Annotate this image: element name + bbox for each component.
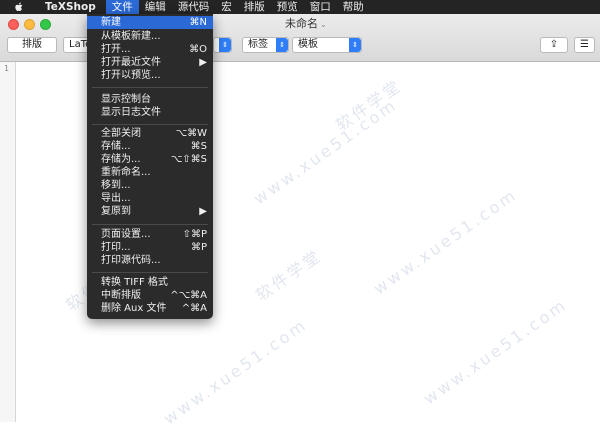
menu-separator xyxy=(92,224,208,225)
menu-source[interactable]: 源代码 xyxy=(172,0,216,14)
menu-item-trash-aux-files[interactable]: 删除 Aux 文件 ^⌘A xyxy=(87,302,213,315)
menu-item-label: 复原到 xyxy=(101,206,131,217)
menu-item-label: 新建 xyxy=(101,17,121,28)
watermark: www.xue51.com xyxy=(250,94,401,209)
typeset-button[interactable]: 排版 xyxy=(7,37,57,53)
tags-select[interactable]: 标签 ⇕ xyxy=(242,37,289,53)
menu-item-label: 页面设置... xyxy=(101,229,151,240)
macros-select[interactable]: ⇕ xyxy=(213,37,232,53)
menu-item-label: 打印... xyxy=(101,242,131,253)
watermark: www.xue51.com xyxy=(420,294,571,409)
menu-item-page-setup[interactable]: 页面设置... ⇧⌘P xyxy=(87,228,213,241)
menu-item-label: 打开... xyxy=(101,44,131,55)
line-number: 1 xyxy=(4,64,9,73)
menu-item-revert-to[interactable]: 复原到 ▶ xyxy=(87,205,213,218)
menu-item-open[interactable]: 打开... ⌘O xyxy=(87,43,213,56)
traffic-lights xyxy=(8,19,51,30)
menu-item-label: 全部关闭 xyxy=(101,128,141,139)
file-menu: 新建 ⌘N 从模板新建... 打开... ⌘O 打开最近文件 ▶ 打开以预览..… xyxy=(87,14,213,319)
submenu-arrow-icon: ▶ xyxy=(199,206,207,217)
menu-item-convert-tiff[interactable]: 转换 TIFF 格式 xyxy=(87,276,213,289)
sidebar-toggle-button[interactable]: ☰ xyxy=(574,37,595,53)
menu-separator xyxy=(92,124,208,125)
menu-item-new[interactable]: 新建 ⌘N xyxy=(87,16,213,29)
menu-item-print-source[interactable]: 打印源代码... xyxy=(87,254,213,267)
menu-item-abort-typesetting[interactable]: 中断排版 ^⌥⌘A xyxy=(87,289,213,302)
line-number-gutter: 1 xyxy=(0,62,16,422)
window-title[interactable]: 未命名 ⌄ xyxy=(285,15,327,31)
menu-item-save-as[interactable]: 存储为... ⌥⇧⌘S xyxy=(87,153,213,166)
menu-item-label: 导出... xyxy=(101,193,131,204)
menu-item-open-for-preview[interactable]: 打开以预览... xyxy=(87,69,213,82)
menu-item-label: 打开以预览... xyxy=(101,70,161,81)
menu-item-shortcut: ⌘S xyxy=(190,141,207,152)
window-title-text: 未命名 xyxy=(285,17,318,30)
menu-item-label: 显示控制台 xyxy=(101,94,151,105)
menu-item-shortcut: ^⌥⌘A xyxy=(170,290,207,301)
menu-item-label: 重新命名... xyxy=(101,167,151,178)
menu-file[interactable]: 文件 xyxy=(105,0,139,14)
menu-item-print[interactable]: 打印... ⌘P xyxy=(87,241,213,254)
menu-preview[interactable]: 预览 xyxy=(271,0,304,14)
share-icon: ⇪ xyxy=(549,39,559,50)
menu-item-shortcut: ⇧⌘P xyxy=(182,229,207,240)
menu-help[interactable]: 帮助 xyxy=(337,0,370,14)
menu-item-shortcut: ⌥⌘W xyxy=(175,128,207,139)
menu-window[interactable]: 窗口 xyxy=(304,0,337,14)
menu-item-label: 移到... xyxy=(101,180,131,191)
menu-item-rename[interactable]: 重新命名... xyxy=(87,166,213,179)
menu-texshop[interactable]: TeXShop xyxy=(33,0,106,14)
menu-item-shortcut: ⌘O xyxy=(189,44,207,55)
select-arrows-icon: ⇕ xyxy=(349,38,361,52)
menu-bar: TeXShop 文件 编辑 源代码 宏 排版 预览 窗口 帮助 xyxy=(0,0,600,14)
menu-item-show-log[interactable]: 显示日志文件 xyxy=(87,106,213,119)
menu-item-shortcut: ⌥⇧⌘S xyxy=(170,154,207,165)
menu-item-close-all[interactable]: 全部关闭 ⌥⌘W xyxy=(87,127,213,140)
templates-select[interactable]: 模板 ⇕ xyxy=(292,37,362,53)
menu-separator xyxy=(92,87,208,88)
menu-item-label: 转换 TIFF 格式 xyxy=(101,277,168,288)
zoom-window-button[interactable] xyxy=(40,19,51,30)
menu-item-shortcut: ⌘N xyxy=(189,17,207,28)
watermark: www.xue51.com xyxy=(160,314,311,428)
menu-macros[interactable]: 宏 xyxy=(215,0,238,14)
menu-item-label: 显示日志文件 xyxy=(101,107,161,118)
share-button[interactable]: ⇪ xyxy=(540,37,568,53)
templates-select-value: 模板 xyxy=(298,39,318,50)
select-arrows-icon: ⇕ xyxy=(219,38,231,52)
menu-item-shortcut: ^⌘A xyxy=(181,303,207,314)
menu-item-new-from-template[interactable]: 从模板新建... xyxy=(87,30,213,43)
menu-item-label: 中断排版 xyxy=(101,290,141,301)
watermark: 软件学堂 xyxy=(252,245,326,305)
close-window-button[interactable] xyxy=(8,19,19,30)
menu-typeset[interactable]: 排版 xyxy=(238,0,271,14)
submenu-arrow-icon: ▶ xyxy=(199,57,207,68)
minimize-window-button[interactable] xyxy=(24,19,35,30)
menu-item-label: 删除 Aux 文件 xyxy=(101,303,167,314)
select-arrows-icon: ⇕ xyxy=(276,38,288,52)
menu-item-shortcut: ⌘P xyxy=(190,242,207,253)
menu-edit[interactable]: 编辑 xyxy=(139,0,172,14)
menu-item-label: 打开最近文件 xyxy=(101,57,161,68)
menu-item-save[interactable]: 存储... ⌘S xyxy=(87,140,213,153)
menu-item-move-to[interactable]: 移到... xyxy=(87,179,213,192)
sidebar-icon: ☰ xyxy=(580,39,589,50)
menu-item-show-console[interactable]: 显示控制台 xyxy=(87,93,213,106)
tags-select-value: 标签 xyxy=(248,39,268,50)
watermark: www.xue51.com xyxy=(370,184,521,299)
menu-item-open-recent[interactable]: 打开最近文件 ▶ xyxy=(87,56,213,69)
menu-item-label: 存储为... xyxy=(101,154,141,165)
menu-item-label: 打印源代码... xyxy=(101,255,161,266)
menu-item-export[interactable]: 导出... xyxy=(87,192,213,205)
menu-item-label: 存储... xyxy=(101,141,131,152)
chevron-down-icon: ⌄ xyxy=(320,20,327,29)
apple-menu-icon[interactable] xyxy=(13,1,25,13)
menu-item-label: 从模板新建... xyxy=(101,31,161,42)
menu-separator xyxy=(92,272,208,273)
